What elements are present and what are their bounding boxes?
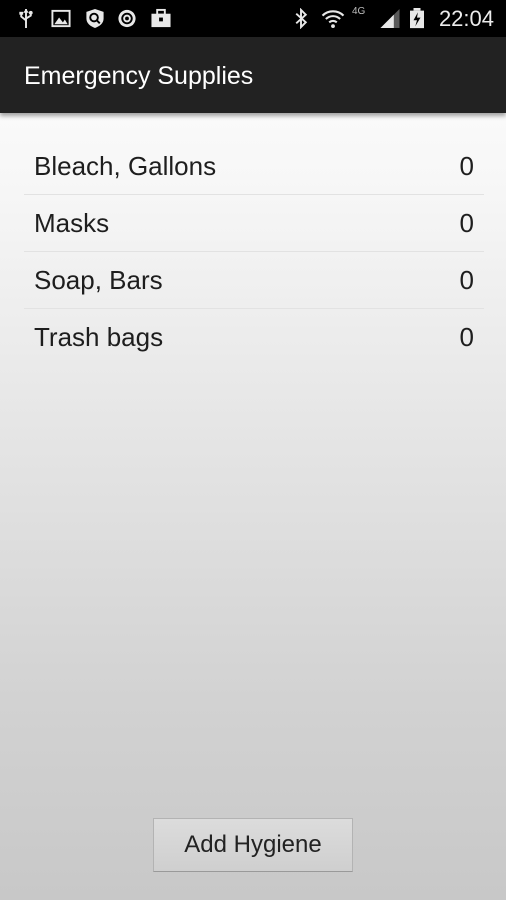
supply-list: Bleach, Gallons 0 Masks 0 Soap, Bars 0 T… [24,138,484,365]
supply-name: Soap, Bars [34,265,163,295]
signal-icon [380,8,400,29]
briefcase-icon [151,8,171,28]
list-item[interactable]: Bleach, Gallons 0 [24,138,484,195]
app-screen: 4G 22:04 Emergency Supplies Bleach, Gall… [0,0,506,900]
supply-count: 0 [459,265,474,295]
usb-icon [19,8,33,29]
list-item[interactable]: Masks 0 [24,195,484,252]
bluetooth-icon [295,8,308,29]
supply-count: 0 [459,151,474,181]
battery-charging-icon [410,8,424,29]
status-bar: 4G 22:04 [0,0,506,37]
sync-icon [118,9,136,28]
supply-name: Bleach, Gallons [34,151,217,181]
list-item[interactable]: Soap, Bars 0 [24,252,484,309]
list-item[interactable]: Trash bags 0 [24,309,484,365]
wifi-icon [321,10,345,29]
app-title: Emergency Supplies [24,62,254,90]
add-hygiene-button[interactable]: Add Hygiene [153,818,353,872]
supply-name: Trash bags [34,322,164,352]
supply-count: 0 [459,208,474,238]
supply-name: Masks [34,208,110,238]
supply-count: 0 [459,322,474,352]
shield-icon [86,8,104,29]
status-time: 22:04 [438,6,494,31]
action-bar: Emergency Supplies [0,37,506,113]
network-type-label: 4G [352,6,366,17]
image-icon [51,9,71,28]
